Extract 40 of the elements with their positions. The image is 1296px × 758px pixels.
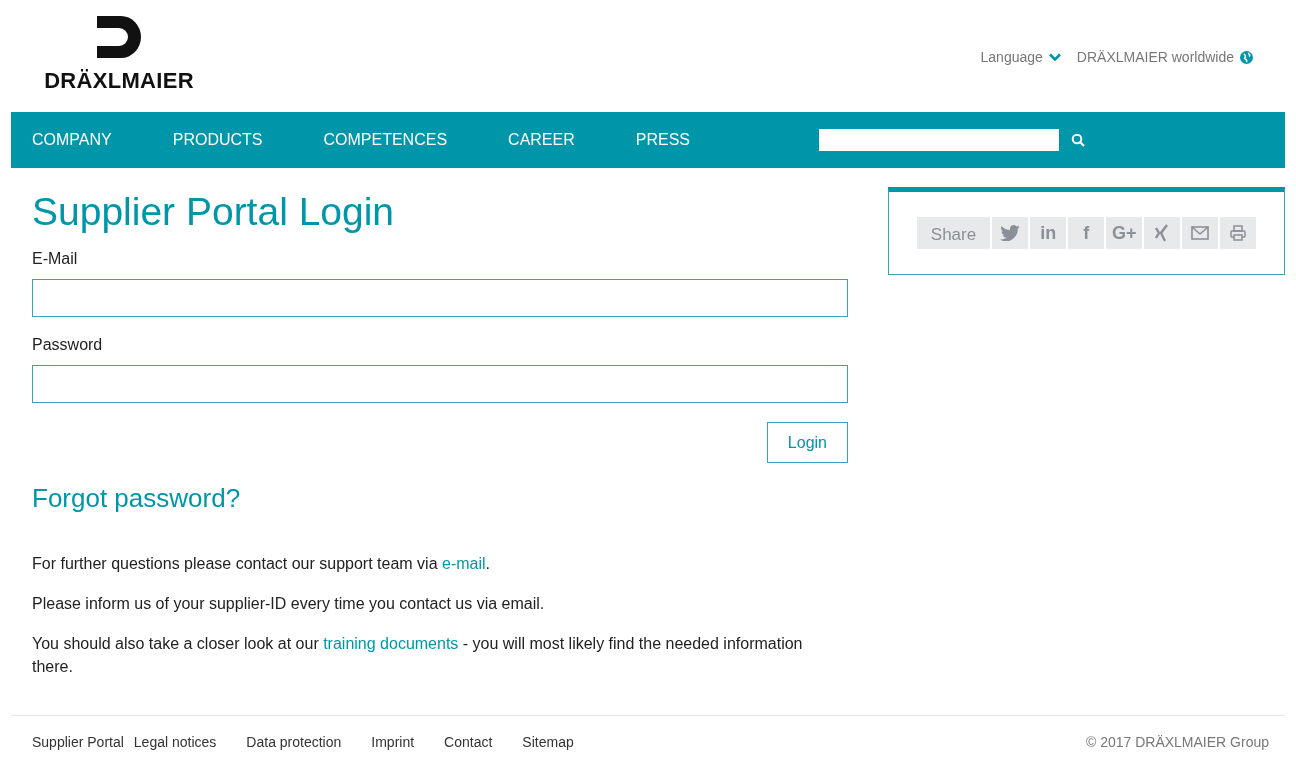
field-label: Password [32, 336, 104, 354]
nav-link[interactable]: PRODUCTS [172, 131, 263, 149]
text-link[interactable]: training documents [323, 635, 459, 652]
search-icon[interactable] [1071, 133, 1085, 147]
mail-icon[interactable] [1182, 217, 1219, 249]
share-label: Share [916, 217, 991, 249]
input-field[interactable] [32, 365, 848, 403]
footer-link[interactable]: Legal notices [133, 734, 217, 750]
footer-link[interactable]: Supplier Portal [32, 734, 124, 750]
info-paragraph: Please inform us of your supplier-ID every time you contact us via email. [32, 594, 546, 614]
nav-link[interactable]: COMPETENCES [323, 131, 448, 149]
language-link[interactable]: Language [980, 49, 1043, 65]
globe-icon [1240, 50, 1253, 64]
logo-text: DRÄXLMAIER [44, 68, 194, 94]
field-label: E-Mail [32, 250, 79, 268]
chevron-down-icon [1048, 52, 1061, 62]
share-button[interactable]: in [1030, 217, 1067, 249]
footer-link[interactable]: Data protection [246, 734, 342, 750]
nav-link[interactable]: COMPANY [32, 131, 112, 149]
forgot-password-link[interactable]: Forgot password? [32, 483, 848, 514]
info-paragraph: For further questions please contact our support team via e-mail. [32, 554, 491, 574]
page-title: Supplier Portal Login [32, 190, 396, 234]
search-field[interactable] [819, 129, 1059, 151]
footer-link[interactable]: Sitemap [522, 734, 574, 750]
footer-link[interactable]: Contact [444, 734, 493, 750]
xing-icon[interactable] [1144, 217, 1181, 249]
share-button[interactable]: G+ [1106, 217, 1143, 249]
login-button[interactable]: Login [766, 422, 848, 463]
nav-link[interactable]: PRESS [635, 131, 690, 149]
copyright-text: © 2017 DRÄXLMAIER Group [1085, 734, 1269, 750]
printer-icon[interactable] [1220, 217, 1257, 249]
nav-link[interactable]: CAREER [508, 131, 575, 149]
worldwide-link[interactable]: DRÄXLMAIER worldwide [1076, 49, 1234, 65]
logo-mark-icon [97, 16, 141, 58]
text-link[interactable]: e-mail [442, 555, 486, 572]
bird-icon[interactable] [992, 217, 1029, 249]
input-field[interactable] [32, 279, 848, 317]
share-button[interactable]: f [1068, 217, 1105, 249]
info-paragraph: You should also take a closer look at our training documents - you will most likely find the needed information there. [32, 634, 804, 677]
footer-link[interactable]: Imprint [371, 734, 415, 750]
